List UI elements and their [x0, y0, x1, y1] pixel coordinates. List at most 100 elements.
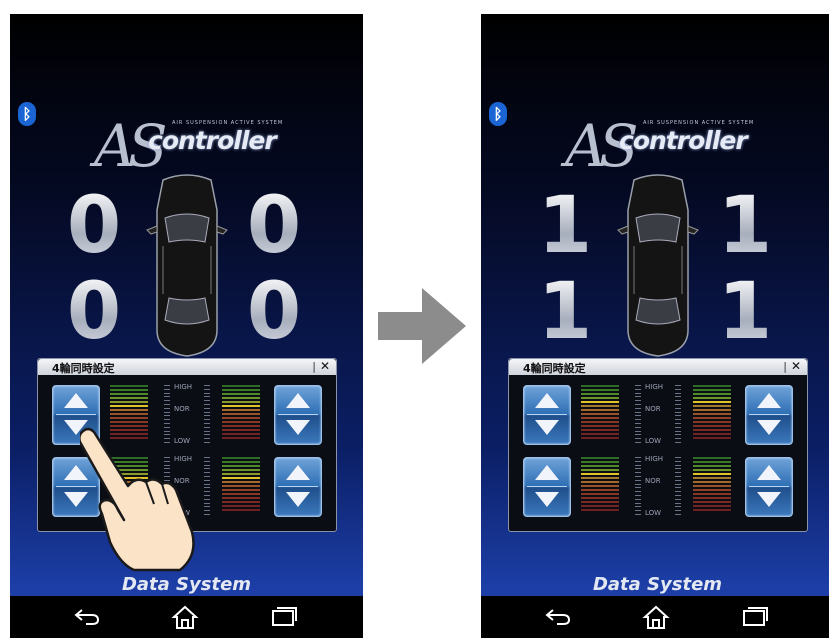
up-arrow-icon[interactable]: [535, 465, 559, 480]
panel-header: 4輪同時設定 | ✕: [38, 359, 336, 375]
scale-tick: [204, 419, 210, 421]
scale-tick: [635, 479, 641, 481]
height-front-left: 1: [535, 186, 595, 266]
scale-tick: [164, 396, 170, 398]
scale-tick: [635, 502, 641, 504]
scale-tick: [204, 495, 210, 496]
down-arrow-icon[interactable]: [535, 492, 559, 507]
scale-tick: [204, 460, 210, 462]
scale-tick: [675, 502, 681, 504]
scale-nor-label: NOR: [645, 405, 661, 413]
front-left-adjust-button[interactable]: [523, 385, 571, 445]
front-right-adjust-button[interactable]: [274, 385, 322, 445]
bluetooth-icon: ᛒ: [489, 102, 507, 126]
scale-high-label: HIGH: [645, 455, 664, 463]
scale-tick: [204, 434, 210, 436]
scale-tick: [204, 464, 210, 466]
scale-nor-label: NOR: [174, 405, 190, 413]
home-icon[interactable]: [641, 604, 671, 630]
scale-tick: [204, 510, 210, 512]
scale-tick: [675, 430, 681, 432]
scale-tick: [164, 415, 170, 417]
scale-tick: [635, 442, 641, 443]
down-arrow-icon[interactable]: [286, 492, 310, 507]
scale-tick: [204, 400, 210, 402]
scale-tick: [204, 388, 210, 390]
back-icon[interactable]: [543, 604, 573, 630]
scale-tick: [204, 502, 210, 504]
up-arrow-icon[interactable]: [757, 465, 781, 480]
scale-tick: [204, 385, 210, 386]
scale-tick: [164, 419, 170, 421]
scale-tick: [204, 472, 210, 474]
panel-divider: |: [783, 360, 787, 373]
panel-close-button[interactable]: ✕: [791, 359, 801, 373]
scale-tick: [675, 442, 681, 443]
scale-tick: [635, 407, 641, 409]
up-arrow-icon[interactable]: [757, 393, 781, 408]
scale-tick: [675, 472, 681, 474]
up-arrow-icon[interactable]: [64, 393, 88, 408]
scale-tick: [204, 438, 210, 440]
brand-logo: Data System: [121, 574, 252, 595]
scale-tick: [204, 404, 210, 405]
scale-tick: [675, 396, 681, 398]
android-nav-bar: [481, 596, 829, 638]
scale-tick: [204, 498, 210, 500]
scale-tick: [635, 460, 641, 462]
scale-tick: [635, 510, 641, 512]
down-arrow-icon[interactable]: [757, 492, 781, 507]
scale-tick: [635, 419, 641, 421]
scale-tick: [635, 438, 641, 440]
scale-tick: [675, 468, 681, 470]
scale-tick: [635, 483, 641, 485]
up-arrow-icon[interactable]: [286, 393, 310, 408]
scale-tick: [635, 388, 641, 390]
recent-apps-icon[interactable]: [268, 604, 298, 630]
height-front-left: 0: [64, 186, 124, 266]
scale-tick: [204, 392, 210, 394]
rear-right-level-meter: [222, 457, 260, 511]
scale-tick: [635, 396, 641, 398]
back-icon[interactable]: [72, 604, 102, 630]
up-arrow-icon[interactable]: [535, 393, 559, 408]
panel-close-button[interactable]: ✕: [320, 359, 330, 373]
down-arrow-icon[interactable]: [535, 420, 559, 435]
height-rear-left: 0: [64, 272, 124, 352]
front-right-adjust-button[interactable]: [745, 385, 793, 445]
rear-left-adjust-button[interactable]: [523, 457, 571, 517]
scale-tick: [635, 472, 641, 474]
scale-tick: [635, 464, 641, 466]
phone-screen-after: ᛒ AS AIR SUSPENSION ACTIVE SYSTEM contro…: [481, 14, 829, 638]
scale-tick: [204, 487, 210, 489]
front-left-level-meter: [581, 385, 619, 439]
scale-tick: [675, 415, 681, 417]
scale-tick: [635, 457, 641, 458]
car-top-view-icon: [146, 174, 228, 357]
scale-tick: [675, 495, 681, 496]
scale-tick: [635, 426, 641, 428]
down-arrow-icon[interactable]: [757, 420, 781, 435]
rear-height-scale: HIGH NOR LOW: [635, 455, 683, 517]
home-icon[interactable]: [170, 604, 200, 630]
rear-right-adjust-button[interactable]: [274, 457, 322, 517]
scale-tick: [675, 385, 681, 386]
scale-tick: [675, 426, 681, 428]
scale-nor-label: NOR: [645, 477, 661, 485]
down-arrow-icon[interactable]: [286, 420, 310, 435]
scale-tick: [204, 506, 210, 508]
rear-right-adjust-button[interactable]: [745, 457, 793, 517]
scale-tick: [635, 514, 641, 515]
up-arrow-icon[interactable]: [286, 465, 310, 480]
scale-tick: [675, 434, 681, 436]
scale-tick: [675, 487, 681, 489]
scale-tick: [675, 491, 681, 493]
scale-tick: [675, 419, 681, 421]
scale-tick: [164, 388, 170, 390]
scale-tick: [635, 468, 641, 470]
scale-tick: [204, 396, 210, 398]
scale-tick: [675, 400, 681, 402]
recent-apps-icon[interactable]: [739, 604, 769, 630]
scale-tick: [204, 430, 210, 432]
height-rear-right: 0: [244, 272, 304, 352]
